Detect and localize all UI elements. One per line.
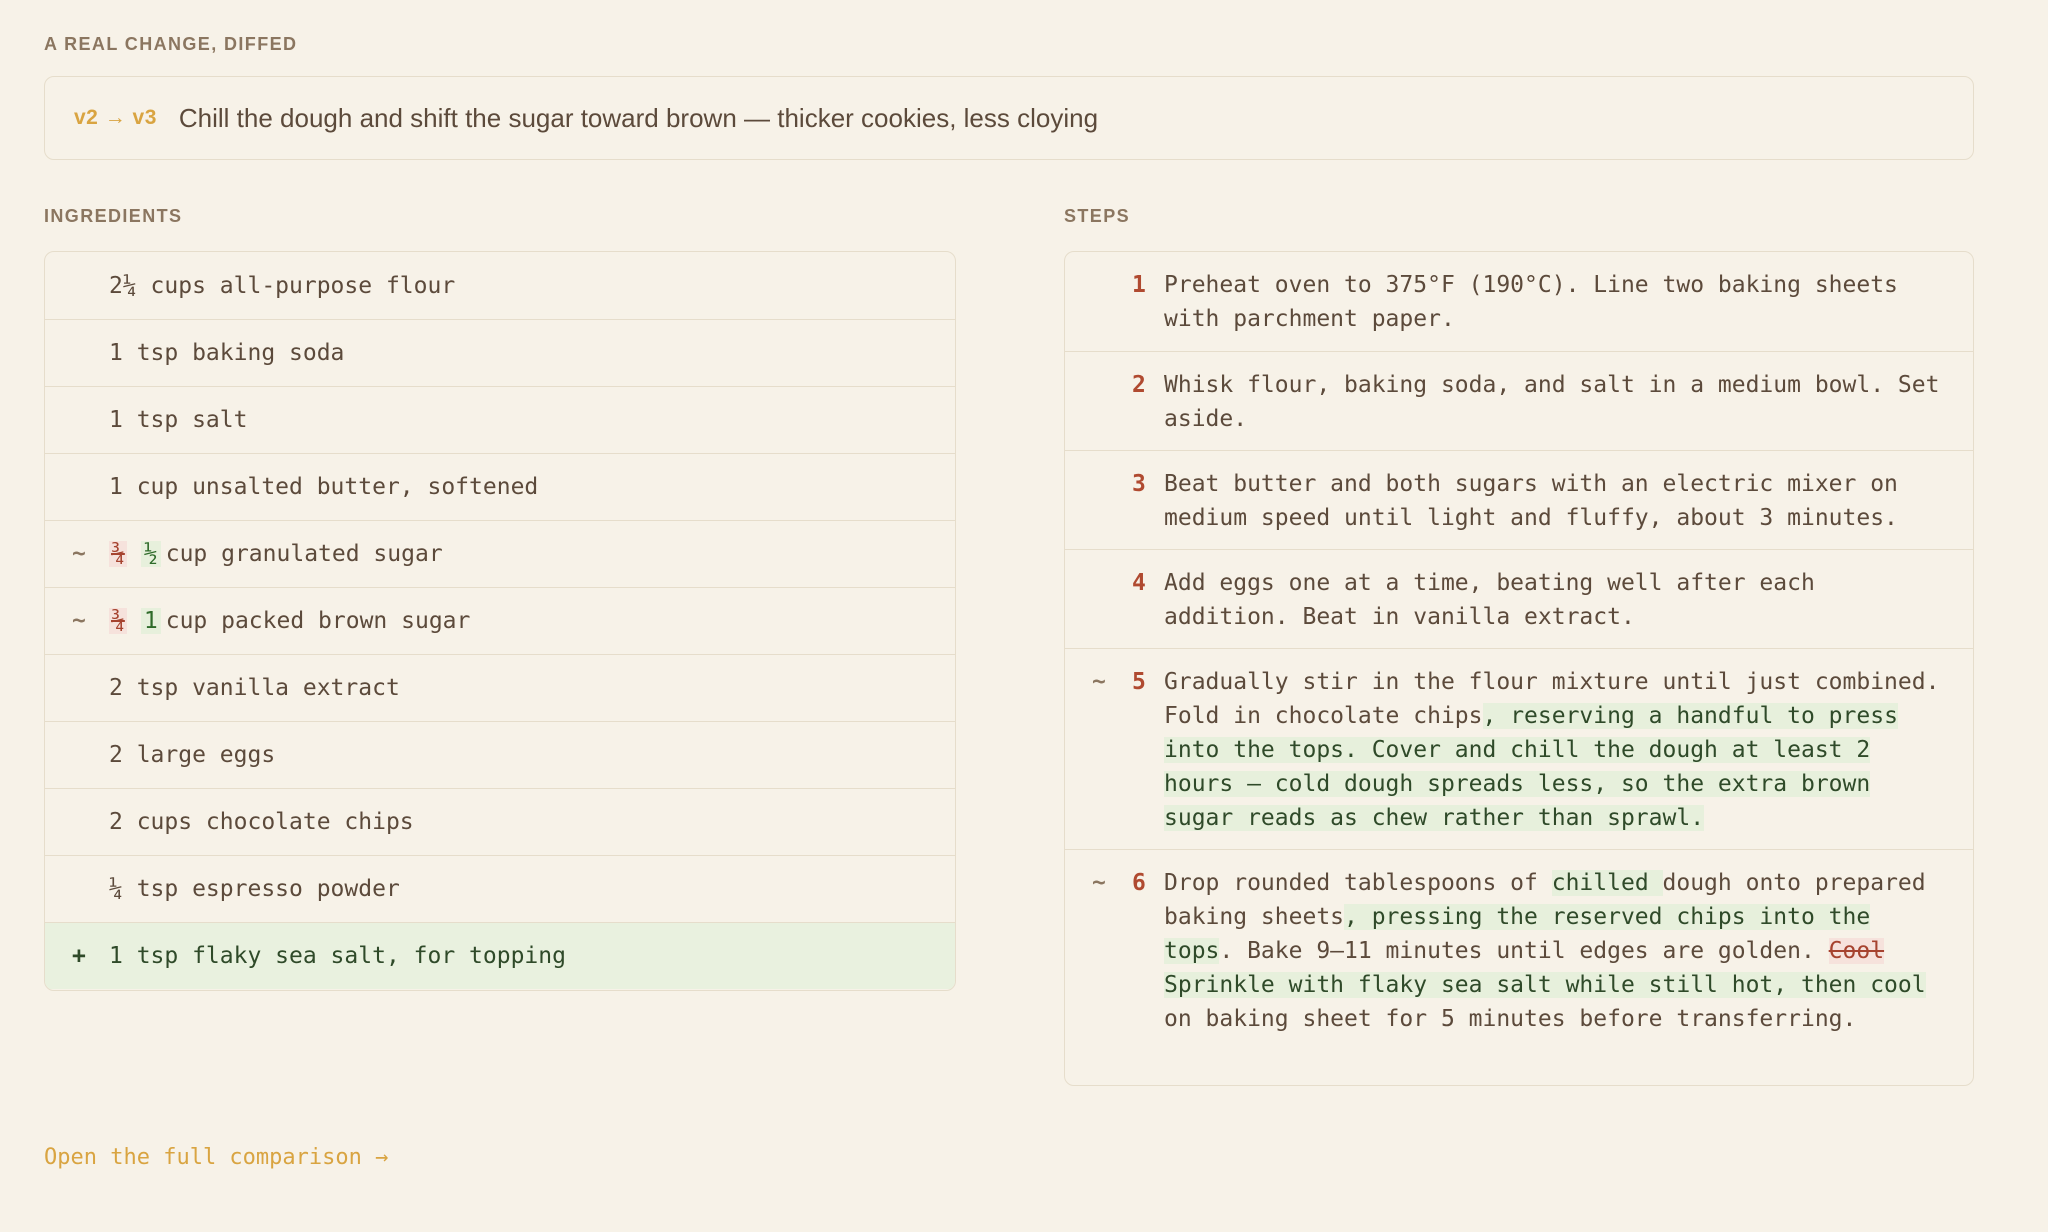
ingredient-row: 1 cup unsalted butter, softened — [45, 453, 955, 520]
ingredient-text: 2 large eggs — [109, 742, 276, 768]
diff-marker — [1065, 566, 1132, 648]
step-text: Preheat oven to 375°F (190°C). Line two … — [1164, 272, 1898, 332]
diff-marker — [1065, 268, 1132, 351]
ingredient-row: 2 cups chocolate chips — [45, 788, 955, 855]
ingredient-row: 1 tsp salt — [45, 386, 955, 453]
change-summary-banner: v2 → v3 Chill the dough and shift the su… — [44, 76, 1974, 160]
step-text: Beat butter and both sugars with an elec… — [1164, 471, 1898, 531]
steps-panel: 1 Preheat oven to 375°F (190°C). Line tw… — [1064, 251, 1974, 1086]
added-text: Sprinkle with flaky sea salt while still… — [1164, 972, 1926, 998]
step-number: 2 — [1132, 372, 1146, 398]
modified-marker: ~ — [1092, 669, 1106, 695]
diff-marker — [1065, 368, 1132, 450]
ingredient-text: 2 tsp vanilla extract — [109, 675, 400, 701]
step-number: 1 — [1132, 272, 1146, 298]
removed-text: Cool — [1828, 938, 1885, 964]
ingredient-row-modified: ~ ¾ ½ cup granulated sugar — [45, 520, 955, 587]
step-row-modified: ~ 6 Drop rounded tablespoons of chilled … — [1065, 849, 1973, 1084]
unchanged-text: Drop rounded tablespoons of — [1164, 870, 1552, 896]
removed-quantity: ¾ — [109, 608, 127, 634]
ingredient-text: 2 cups chocolate chips — [109, 809, 414, 835]
page: A REAL CHANGE, DIFFED v2 → v3 Chill the … — [0, 0, 2048, 1232]
ingredients-panel: 2¼ cups all-purpose flour 1 tsp baking s… — [44, 251, 956, 991]
step-text: Whisk flour, baking soda, and salt in a … — [1164, 372, 1940, 432]
page-heading: A REAL CHANGE, DIFFED — [44, 34, 298, 54]
ingredients-heading: INGREDIENTS — [44, 206, 183, 226]
ingredient-row: ¼ tsp espresso powder — [45, 855, 955, 922]
added-quantity: ½ — [140, 541, 161, 567]
modified-marker: ~ — [72, 541, 86, 567]
added-marker: + — [72, 943, 86, 969]
ingredient-row-added: + 1 tsp flaky sea salt, for topping — [45, 922, 955, 989]
step-row: 3 Beat butter and both sugars with an el… — [1065, 450, 1973, 549]
step-row-modified: ~ 5 Gradually stir in the flour mixture … — [1065, 648, 1973, 849]
step-row: 4 Add eggs one at a time, beating well a… — [1065, 549, 1973, 648]
ingredient-text: 1 cup unsalted butter, softened — [109, 474, 539, 500]
ingredient-row: 1 tsp baking soda — [45, 319, 955, 386]
ingredient-text: 1 tsp salt — [109, 407, 248, 433]
open-full-comparison-link[interactable]: Open the full comparison → — [44, 1145, 388, 1170]
modified-marker: ~ — [1092, 870, 1106, 896]
step-number: 5 — [1132, 669, 1146, 695]
removed-quantity: ¾ — [109, 541, 127, 567]
step-text: Drop rounded tablespoons of chilled doug… — [1164, 866, 1973, 1084]
added-quantity: 1 — [140, 608, 161, 634]
unchanged-text: . Bake 9–11 minutes until edges are gold… — [1219, 938, 1829, 964]
added-text: chilled — [1551, 870, 1663, 896]
version-range: v2 → v3 — [74, 106, 157, 129]
change-summary: Chill the dough and shift the sugar towa… — [178, 102, 1099, 133]
step-text: Add eggs one at a time, beating well aft… — [1164, 570, 1815, 630]
ingredient-row-modified: ~ ¾ 1 cup packed brown sugar — [45, 587, 955, 654]
modified-marker: ~ — [72, 608, 86, 634]
step-number: 4 — [1132, 570, 1146, 596]
steps-heading: STEPS — [1064, 206, 1131, 226]
ingredient-text: 1 tsp baking soda — [109, 340, 345, 366]
step-text: Gradually stir in the flour mixture unti… — [1164, 665, 1973, 849]
ingredient-text: 2¼ cups all-purpose flour — [109, 272, 456, 299]
diff-marker — [1065, 467, 1132, 549]
ingredient-row: 2¼ cups all-purpose flour — [45, 252, 955, 319]
step-number: 6 — [1132, 870, 1146, 896]
step-number: 3 — [1132, 471, 1146, 497]
step-row: 2 Whisk flour, baking soda, and salt in … — [1065, 351, 1973, 450]
ingredient-text: cup granulated sugar — [165, 541, 443, 567]
step-row: 1 Preheat oven to 375°F (190°C). Line tw… — [1065, 252, 1973, 351]
ingredient-row: 2 tsp vanilla extract — [45, 654, 955, 721]
ingredient-text: 1 tsp flaky sea salt, for topping — [109, 943, 566, 969]
ingredient-text: ¼ tsp espresso powder — [109, 876, 400, 902]
ingredient-text: cup packed brown sugar — [165, 608, 471, 634]
ingredient-row: 2 large eggs — [45, 721, 955, 788]
unchanged-text: on baking sheet for 5 minutes before tra… — [1164, 1006, 1857, 1032]
